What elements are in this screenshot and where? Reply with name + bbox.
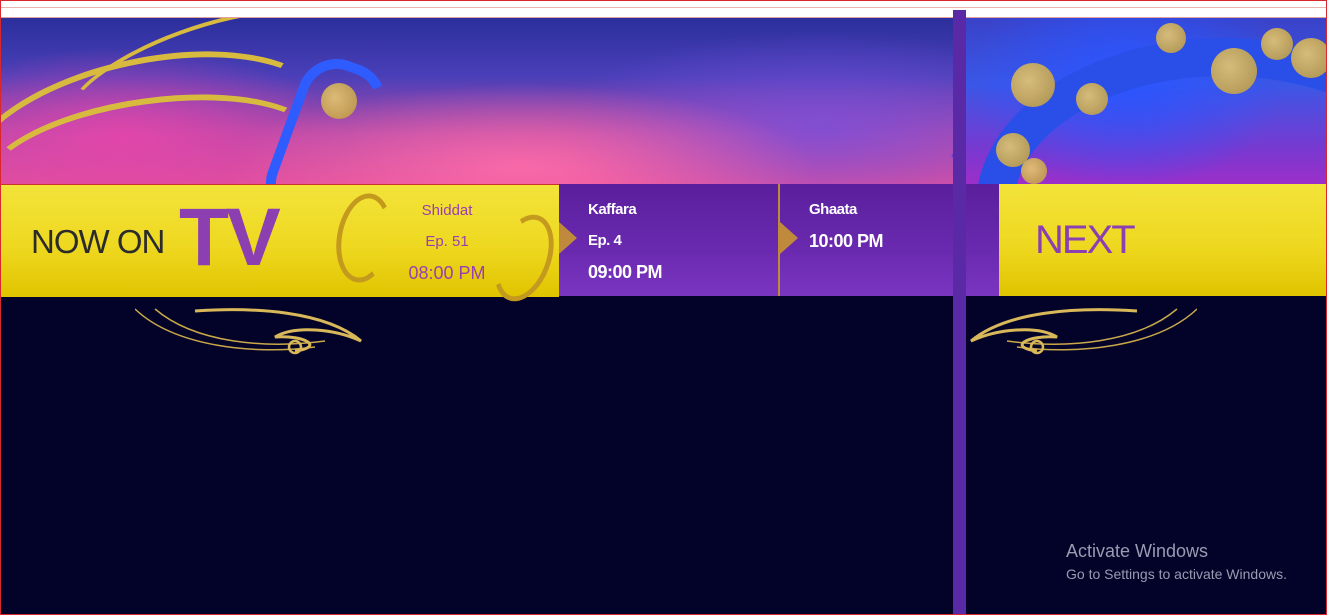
gold-bubble-decoration xyxy=(1291,38,1326,78)
gold-bubble-decoration xyxy=(1261,28,1293,60)
gold-ornament-icon xyxy=(970,308,1197,355)
gold-bubble-decoration xyxy=(1156,23,1186,53)
upcoming-show-episode: Ep. 4 xyxy=(588,232,622,249)
gold-bubble-decoration xyxy=(1011,63,1055,107)
upcoming-slot-1[interactable]: Kaffara Ep. 4 09:00 PM xyxy=(559,184,778,296)
top-strip xyxy=(1,1,1326,18)
upcoming-show-name: Ghaata xyxy=(809,201,857,218)
upcoming-show-name: Kaffara xyxy=(588,201,637,218)
arrow-right-icon xyxy=(559,222,577,254)
current-show-time: 08:00 PM xyxy=(408,263,486,283)
next-label: NEXT xyxy=(1035,218,1136,262)
upcoming-slot-2[interactable]: Ghaata 10:00 PM xyxy=(780,184,999,296)
gold-bubble-decoration xyxy=(1076,83,1108,115)
activate-windows-watermark: Activate Windows Go to Settings to activ… xyxy=(1066,541,1287,582)
current-show[interactable]: Shiddat Ep. 51 08:00 PM xyxy=(387,185,507,297)
gold-bubble-decoration xyxy=(1021,158,1047,184)
schedule-bar: NOW ON TV Shiddat Ep. 51 08:00 PM Kaffar… xyxy=(1,184,1326,310)
upcoming-show-time: 10:00 PM xyxy=(809,231,884,251)
now-on-label: NOW ON xyxy=(31,223,165,260)
page-frame: NOW ON TV Shiddat Ep. 51 08:00 PM Kaffar… xyxy=(0,0,1327,615)
watermark-title: Activate Windows xyxy=(1066,541,1209,561)
arrow-right-icon xyxy=(780,222,798,254)
now-on-tv-panel: NOW ON TV Shiddat Ep. 51 08:00 PM xyxy=(1,184,565,310)
vertical-divider-bar xyxy=(953,10,966,614)
tv-label: TV xyxy=(179,192,281,283)
banner-artwork-right xyxy=(966,18,1326,184)
current-show-name: Shiddat xyxy=(421,202,473,219)
upcoming-show-time: 09:00 PM xyxy=(588,262,663,282)
gold-bubble-decoration xyxy=(321,83,357,119)
next-panel[interactable]: NEXT xyxy=(999,184,1326,296)
watermark-subtitle: Go to Settings to activate Windows. xyxy=(1066,566,1287,582)
gold-ornament-icon xyxy=(135,308,362,355)
gold-bubble-decoration xyxy=(1211,48,1257,94)
current-show-episode: Ep. 51 xyxy=(425,233,469,250)
